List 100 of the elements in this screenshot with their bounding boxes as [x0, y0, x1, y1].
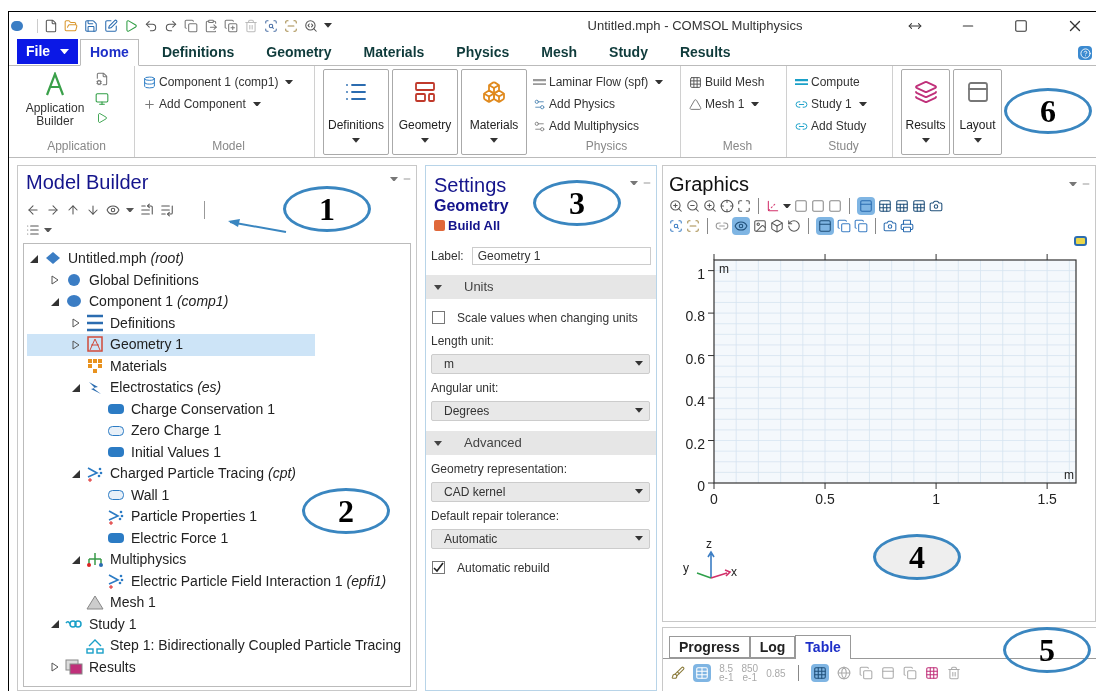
tree-item[interactable]: Electrostatics (es) [27, 377, 222, 399]
tree-item[interactable]: Geometry 1 [27, 334, 315, 356]
brush-icon[interactable] [671, 666, 685, 680]
expand-all-icon[interactable] [160, 203, 174, 217]
save-icon[interactable] [84, 18, 98, 33]
zoom-box-icon[interactable] [703, 199, 717, 213]
application-builder-button[interactable]: Application Builder [19, 70, 91, 137]
dropdown[interactable]: Degrees [431, 400, 650, 421]
panel-tab[interactable]: Progress [669, 636, 750, 658]
tree-item[interactable]: Multiphysics [27, 549, 187, 571]
checkbox[interactable] [432, 311, 445, 324]
zoom-out-icon[interactable] [686, 199, 700, 213]
expand-arrow-icon[interactable] [51, 662, 60, 673]
back-icon[interactable] [26, 203, 40, 217]
tree-item[interactable]: Global Definitions [27, 269, 199, 291]
duplicate-icon[interactable] [224, 18, 238, 33]
section-header[interactable]: Units [426, 274, 656, 299]
collapse-all-icon[interactable] [140, 203, 154, 217]
ribbon-button[interactable]: Compute [795, 71, 860, 93]
zoom-in-icon[interactable] [669, 199, 683, 213]
expand-arrow-icon[interactable] [72, 318, 81, 329]
folder-icon[interactable] [64, 18, 78, 33]
ribbon-tab[interactable]: Results [670, 40, 740, 65]
expand-arrow-icon[interactable] [51, 275, 60, 286]
tree-item[interactable]: Step 1: Bidirectionally Coupled Particle Tracing [27, 635, 402, 657]
tree-item[interactable]: Particle Properties 1 [27, 506, 258, 528]
camera-icon[interactable] [883, 219, 897, 233]
find-icon[interactable] [304, 18, 318, 33]
ribbon-button[interactable]: Add Component [143, 93, 261, 115]
wireframe-icon[interactable] [816, 217, 834, 235]
reset-icon[interactable] [787, 219, 801, 233]
new-file-icon[interactable] [44, 18, 58, 33]
ribbon-large-button[interactable]: Results [901, 69, 950, 155]
box-icon[interactable] [770, 219, 784, 233]
collapse-arrow-icon[interactable] [72, 554, 81, 565]
panel-tab[interactable]: Table [795, 635, 851, 659]
show-icon[interactable] [106, 203, 120, 217]
tree-item[interactable]: Initial Values 1 [27, 441, 221, 463]
zoom-extents-icon[interactable] [737, 199, 751, 213]
dropdown[interactable]: Automatic [431, 528, 650, 549]
image-icon[interactable] [753, 219, 767, 233]
tree-item[interactable]: Wall 1 [27, 484, 170, 506]
file-menu-button[interactable]: File [17, 39, 78, 64]
expand-arrow-icon[interactable] [72, 339, 81, 350]
list-view-icon[interactable] [26, 223, 40, 237]
view-icon[interactable] [732, 217, 750, 235]
ribbon-button[interactable]: Mesh 1 [689, 93, 760, 115]
ribbon-large-button[interactable]: Materials [461, 69, 527, 155]
render-icon[interactable] [912, 199, 926, 213]
ribbon-button[interactable]: Add Physics [533, 93, 616, 115]
ribbon-large-button[interactable]: Definitions [323, 69, 389, 155]
app-window-icon[interactable] [95, 92, 109, 106]
dropdown[interactable]: CAD kernel [431, 481, 650, 502]
section-header[interactable]: Advanced [426, 430, 656, 455]
tree-item[interactable]: Charge Conservation 1 [27, 398, 275, 420]
ribbon-button[interactable]: Component 1 (comp1) [143, 71, 294, 93]
document-icon[interactable] [95, 72, 109, 86]
maximize-icon[interactable] [1014, 18, 1028, 33]
tree-item[interactable]: Materials [27, 355, 167, 377]
link-icon[interactable] [715, 219, 729, 233]
ribbon-tab[interactable]: Materials [354, 40, 434, 65]
ribbon-button[interactable]: Study 1 [795, 93, 867, 115]
scene-icon[interactable] [929, 199, 943, 213]
xy-plane-icon[interactable] [794, 199, 808, 213]
copy-icon[interactable] [837, 219, 851, 233]
label-field[interactable]: Geometry 1 [471, 246, 651, 265]
select-box-icon[interactable] [669, 219, 683, 233]
dropdown[interactable]: m [431, 353, 650, 374]
play-icon[interactable] [124, 18, 138, 33]
redo-icon[interactable] [164, 18, 178, 33]
tree-item[interactable]: Definitions [27, 312, 176, 334]
ribbon-tab[interactable]: Study [600, 40, 657, 65]
yz-plane-icon[interactable] [811, 199, 825, 213]
grid-icon[interactable] [924, 666, 939, 680]
collapse-arrow-icon[interactable] [72, 468, 81, 479]
ribbon-button[interactable]: Build Mesh [689, 71, 765, 93]
ribbon-button[interactable]: Add Study [795, 115, 867, 137]
collapse-arrow-icon[interactable] [51, 619, 60, 630]
undo-icon[interactable] [144, 18, 158, 33]
move-up-icon[interactable] [66, 203, 80, 217]
select-icon[interactable] [264, 18, 278, 33]
collapse-arrow-icon[interactable] [72, 382, 81, 393]
tree-item[interactable]: Results [27, 656, 136, 678]
tree-item[interactable]: Charged Particle Tracing (cpt) [27, 463, 296, 485]
paste-icon[interactable] [204, 18, 218, 33]
tree-item[interactable]: Electric Force 1 [27, 527, 229, 549]
print-icon[interactable] [900, 219, 914, 233]
zx-plane-icon[interactable] [828, 199, 842, 213]
center-icon[interactable] [720, 199, 734, 213]
edit-icon[interactable] [104, 18, 118, 33]
render-icon[interactable] [878, 199, 892, 213]
tree-item[interactable]: Zero Charge 1 [27, 420, 222, 442]
ribbon-tab[interactable]: Mesh [532, 40, 587, 65]
render-mode-icon[interactable] [857, 197, 875, 215]
forward-icon[interactable] [46, 203, 60, 217]
deselect-icon[interactable] [686, 219, 700, 233]
ribbon-tab[interactable]: Physics [447, 40, 519, 65]
tree-item[interactable]: Untitled.mph (root) [27, 248, 184, 270]
ribbon-large-button[interactable]: Geometry [392, 69, 458, 155]
ribbon-tab[interactable]: Home [80, 39, 139, 66]
